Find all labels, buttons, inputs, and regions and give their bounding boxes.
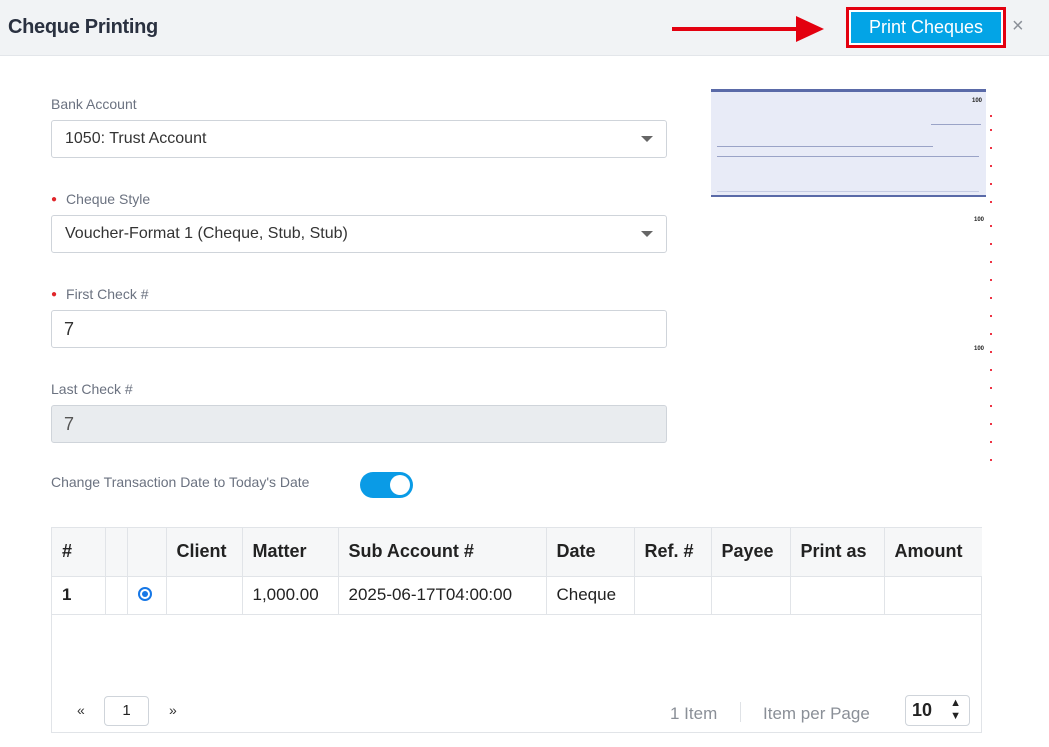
column-header — [105, 528, 128, 577]
column-header[interactable]: Ref. # — [634, 528, 712, 577]
page-number-button[interactable]: 1 — [104, 696, 149, 726]
chevron-down-icon — [641, 231, 653, 237]
dialog-header: Cheque Printing Print Cheques × — [0, 0, 1049, 56]
column-header[interactable]: Matter — [242, 528, 339, 577]
preview-stub-number: 100 — [973, 217, 984, 223]
column-header[interactable]: Client — [166, 528, 243, 577]
preview-perforation — [989, 85, 993, 471]
first-check-input[interactable]: 7 — [51, 310, 667, 348]
client-cell — [166, 576, 243, 615]
payee-cell — [711, 576, 791, 615]
close-icon[interactable]: × — [1012, 16, 1028, 36]
ref-cell — [634, 576, 712, 615]
bank-account-value: 1050: Trust Account — [65, 130, 207, 147]
sub-account-cell: 2025-06-17T04:00:00 — [338, 576, 547, 615]
dialog-title: Cheque Printing — [8, 16, 158, 38]
column-header[interactable]: Print as — [790, 528, 885, 577]
amount-cell — [884, 576, 982, 615]
bank-account-label: Bank Account — [51, 96, 137, 112]
cheque-style-label-row: ● Cheque Style — [51, 191, 150, 207]
column-header[interactable]: Sub Account # — [338, 528, 547, 577]
column-header: # — [52, 528, 106, 577]
pagination: « 1 » 1 Item Item per Page 10 ▲ ▼ — [52, 694, 981, 728]
date-cell: Cheque — [546, 576, 635, 615]
column-header[interactable]: Date — [546, 528, 635, 577]
sort-updown-icon: ▲ ▼ — [950, 697, 961, 722]
page-size-select[interactable]: 10 ▲ ▼ — [905, 695, 970, 726]
column-header[interactable]: Payee — [711, 528, 791, 577]
page-size-value: 10 — [912, 700, 933, 720]
table-header-row: # Client Matter Sub Account # Date Ref. … — [52, 528, 982, 577]
first-check-label: First Check # — [66, 286, 149, 302]
last-check-label: Last Check # — [51, 381, 133, 397]
pager-divider — [740, 702, 741, 722]
cheques-table: # Client Matter Sub Account # Date Ref. … — [51, 527, 982, 733]
toggle-knob — [390, 475, 410, 495]
annotation-arrow — [672, 16, 824, 42]
column-header — [127, 528, 167, 577]
change-date-label: Change Transaction Date to Today's Date — [51, 474, 310, 490]
row-number: 1 — [52, 576, 106, 615]
next-page-button[interactable]: » — [169, 702, 177, 718]
row-spacer — [105, 576, 128, 615]
row-select-cell[interactable] — [127, 576, 167, 615]
required-indicator-icon: ● — [51, 194, 58, 205]
print-as-cell — [790, 576, 885, 615]
last-check-input: 7 — [51, 405, 667, 443]
required-indicator-icon: ● — [51, 289, 58, 300]
cheque-style-select[interactable]: Voucher-Format 1 (Cheque, Stub, Stub) — [51, 215, 667, 253]
matter-cell: 1,000.00 — [242, 576, 339, 615]
cheque-preview-image: 100 — [711, 89, 986, 197]
print-cheques-label: Print Cheques — [851, 12, 1001, 43]
first-check-value: 7 — [64, 319, 75, 339]
preview-stub-number: 100 — [973, 346, 984, 352]
preview-cheque-number: 100 — [971, 98, 982, 104]
bank-account-select[interactable]: 1050: Trust Account — [51, 120, 667, 158]
items-per-page-label: Item per Page — [763, 704, 870, 723]
column-header[interactable]: Amount — [884, 528, 982, 577]
row-radio-button[interactable] — [137, 587, 152, 601]
chevron-down-icon — [641, 136, 653, 142]
item-count: 1 Item — [670, 704, 718, 723]
cheque-style-value: Voucher-Format 1 (Cheque, Stub, Stub) — [65, 225, 348, 242]
first-check-label-row: ● First Check # — [51, 286, 149, 302]
cheque-style-label: Cheque Style — [66, 191, 151, 207]
change-date-toggle[interactable] — [360, 472, 413, 498]
prev-page-button[interactable]: « — [77, 702, 85, 718]
table-row[interactable]: 1 1,000.00 2025-06-17T04:00:00 Cheque — [52, 576, 982, 615]
print-cheques-button[interactable]: Print Cheques — [846, 7, 1006, 48]
cheque-preview: 100 100 100 — [706, 85, 993, 471]
last-check-value: 7 — [64, 414, 75, 434]
